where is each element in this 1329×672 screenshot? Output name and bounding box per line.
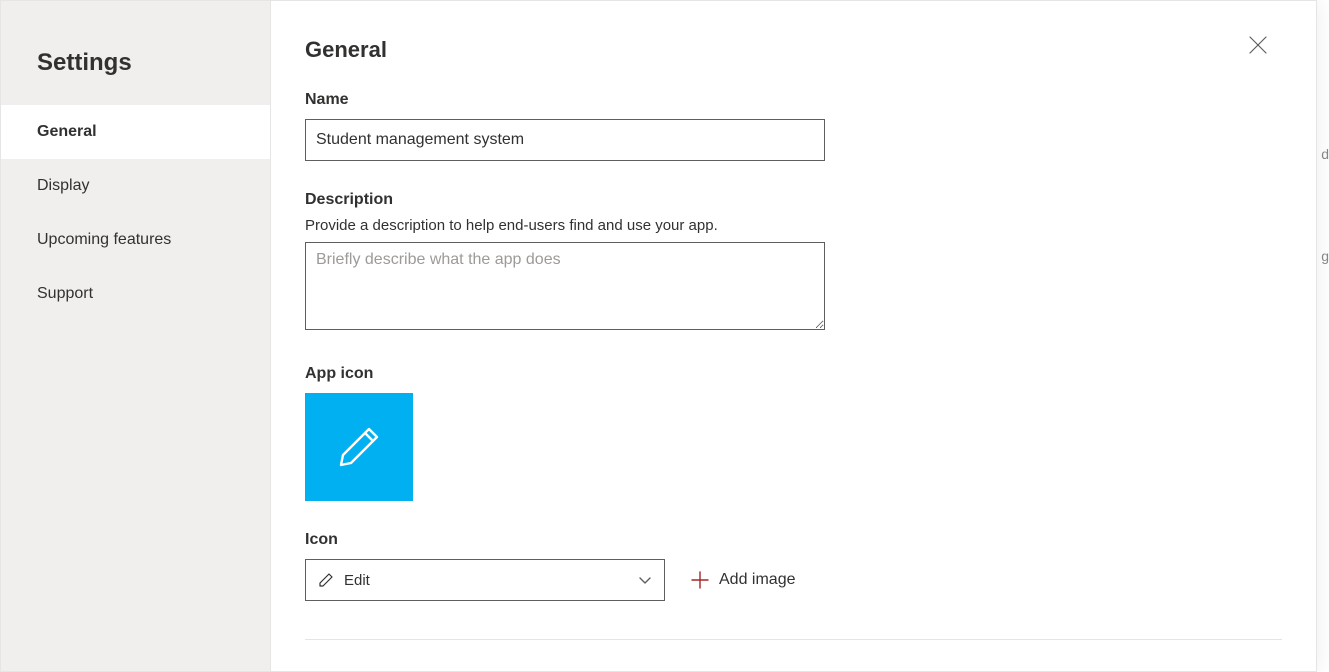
icon-select-value: Edit <box>344 572 628 589</box>
app-icon-label: App icon <box>305 365 1282 383</box>
name-label: Name <box>305 91 1282 109</box>
settings-main-panel: General Name Description Provide a descr… <box>271 1 1316 671</box>
close-icon <box>1248 35 1268 55</box>
icon-section: Icon Edit Add image <box>305 531 1282 601</box>
sidebar-item-label: Upcoming features <box>37 231 171 248</box>
icon-select-label: Icon <box>305 531 1282 549</box>
chevron-down-icon <box>638 573 652 587</box>
plus-icon <box>691 571 709 589</box>
icon-select[interactable]: Edit <box>305 559 665 601</box>
app-icon-section: App icon <box>305 365 1282 501</box>
description-section: Description Provide a description to hel… <box>305 191 1282 335</box>
section-divider <box>305 639 1282 640</box>
name-section: Name <box>305 91 1282 161</box>
page-title: General <box>305 37 1282 63</box>
app-icon-preview[interactable] <box>305 393 413 501</box>
sidebar-item-label: Support <box>37 285 93 302</box>
settings-sidebar: Settings General Display Upcoming featur… <box>1 1 271 671</box>
background-fragment: g <box>1321 248 1329 264</box>
description-label: Description <box>305 191 1282 209</box>
name-input[interactable] <box>305 119 825 161</box>
description-help-text: Provide a description to help end-users … <box>305 217 1282 234</box>
close-button[interactable] <box>1240 27 1276 63</box>
settings-panel: Settings General Display Upcoming featur… <box>0 0 1317 672</box>
sidebar-item-support[interactable]: Support <box>1 267 270 321</box>
sidebar-title: Settings <box>1 1 270 105</box>
sidebar-item-label: General <box>37 123 97 140</box>
sidebar-item-upcoming-features[interactable]: Upcoming features <box>1 213 270 267</box>
background-fragment: d <box>1321 146 1329 162</box>
sidebar-item-label: Display <box>37 177 89 194</box>
pencil-icon <box>335 423 383 471</box>
sidebar-item-display[interactable]: Display <box>1 159 270 213</box>
description-textarea[interactable] <box>305 242 825 330</box>
add-image-label: Add image <box>719 571 796 589</box>
edit-icon <box>318 572 334 588</box>
sidebar-item-general[interactable]: General <box>1 105 270 159</box>
add-image-button[interactable]: Add image <box>683 565 804 595</box>
